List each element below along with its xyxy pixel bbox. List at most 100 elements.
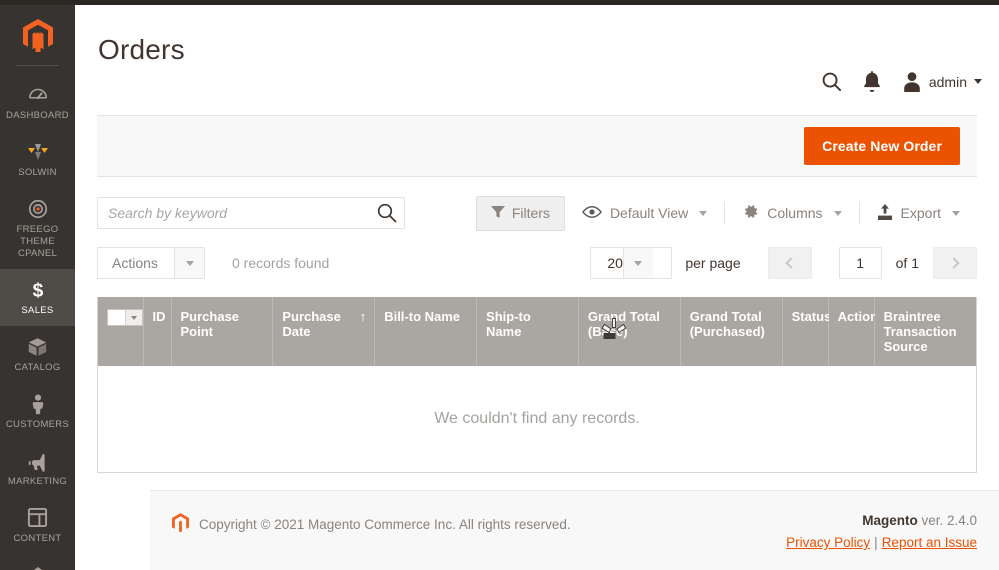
column-label: Action	[838, 309, 878, 324]
column-header-id[interactable]: ID	[143, 297, 171, 366]
next-page-button[interactable]	[933, 247, 977, 279]
default-view-selector[interactable]: Default View	[565, 202, 724, 224]
export-label: Export	[901, 205, 941, 221]
sidebar-item-label: SALES	[2, 305, 73, 317]
keyword-search	[97, 197, 405, 229]
sidebar-item-catalog[interactable]: CATALOG	[0, 326, 75, 383]
notifications-button[interactable]	[863, 71, 881, 92]
grid-controls: Actions 0 records found 20 per page	[97, 247, 977, 279]
per-page-label: per page	[685, 255, 740, 271]
sidebar-divider	[16, 65, 59, 66]
column-header-braintree-transaction-source[interactable]: Braintree Transaction Source	[874, 297, 976, 366]
column-header-purchase-point[interactable]: Purchase Point	[171, 297, 273, 366]
table-header-row: ID Purchase Point Purchase Date ↑ Bill-t…	[98, 297, 976, 366]
table-body: We couldn't find any records.	[98, 366, 976, 472]
sidebar-item-freego-theme-cpanel[interactable]: FREEGO THEME CPANEL	[0, 188, 75, 269]
create-new-order-button[interactable]: Create New Order	[804, 127, 960, 165]
sidebar-item-mageplaza[interactable]: MAGEPLAZA	[0, 554, 75, 570]
empty-state-message: We couldn't find any records.	[98, 366, 976, 472]
columns-selector[interactable]: Columns	[724, 202, 858, 224]
solwin-icon	[2, 140, 73, 164]
total-pages-label: of 1	[896, 255, 919, 271]
column-header-grand-total-base[interactable]: Grand Total (Base)	[578, 297, 680, 366]
link-separator: |	[874, 535, 878, 550]
global-search-button[interactable]	[821, 71, 842, 92]
column-header-status[interactable]: Status	[782, 297, 828, 366]
sidebar-item-customers[interactable]: CUSTOMERS	[0, 383, 75, 440]
sort-ascending-icon: ↑	[360, 310, 367, 323]
box-icon	[2, 335, 73, 359]
magento-logo-icon	[172, 513, 189, 535]
filters-button[interactable]: Filters	[476, 196, 565, 231]
actions-label: Actions	[98, 248, 174, 278]
column-header-ship-to-name[interactable]: Ship-to Name	[477, 297, 579, 366]
sidebar-item-label: SOLWIN	[2, 167, 73, 179]
export-selector[interactable]: Export	[859, 202, 977, 224]
sidebar-item-content[interactable]: CONTENT	[0, 497, 75, 554]
column-label: Grand Total (Purchased)	[690, 309, 765, 339]
select-options-caret[interactable]	[125, 310, 142, 325]
footer-right: Magento ver. 2.4.0 Privacy Policy|Report…	[786, 513, 977, 550]
sidebar-item-dashboard[interactable]: DASHBOARD	[0, 74, 75, 131]
person-icon	[2, 392, 73, 416]
magento-logo[interactable]	[0, 5, 75, 65]
eye-icon	[582, 205, 602, 222]
current-page-input[interactable]	[839, 247, 882, 279]
privacy-policy-link[interactable]: Privacy Policy	[786, 535, 870, 550]
empty-state-row: We couldn't find any records.	[98, 366, 976, 472]
admin-page: DASHBOARD SOLWIN FREEGO T	[0, 0, 999, 570]
chevron-down-icon[interactable]	[174, 248, 204, 278]
checkbox-dropdown-icon[interactable]	[107, 309, 143, 326]
column-label: Ship-to Name	[486, 309, 531, 339]
sidebar-item-label: CATALOG	[2, 362, 73, 374]
main-content: Orders	[75, 5, 999, 570]
user-menu-button[interactable]: admin	[902, 71, 982, 92]
column-header-action[interactable]: Action	[828, 297, 874, 366]
orders-grid: ID Purchase Point Purchase Date ↑ Bill-t…	[97, 297, 977, 473]
admin-username: admin	[929, 74, 967, 90]
search-input[interactable]	[98, 198, 404, 228]
per-page-select[interactable]: 20	[590, 247, 672, 279]
sidebar-item-solwin[interactable]: SOLWIN	[0, 131, 75, 188]
column-header-grand-total-purchased[interactable]: Grand Total (Purchased)	[680, 297, 782, 366]
main-sidebar: DASHBOARD SOLWIN FREEGO T	[0, 5, 75, 570]
table-head: ID Purchase Point Purchase Date ↑ Bill-t…	[98, 297, 976, 366]
page-header: Orders	[75, 5, 999, 115]
column-label: Purchase Date	[282, 309, 341, 339]
caret-shape	[186, 261, 194, 266]
freego-target-icon	[2, 197, 73, 221]
megaphone-icon	[2, 449, 73, 473]
magento-logo-icon	[23, 19, 53, 52]
search-submit-button[interactable]	[376, 202, 398, 224]
caret-shape	[131, 316, 137, 320]
footer-links: Privacy Policy | Report an Issue	[786, 535, 977, 550]
dashboard-gauge-icon	[2, 83, 73, 107]
column-label: Grand Total (Base)	[588, 309, 660, 339]
select-all-checkbox[interactable]	[108, 310, 125, 325]
pagination: 20 per page of 1	[590, 247, 977, 279]
sidebar-item-marketing[interactable]: MARKETING	[0, 440, 75, 497]
copyright-block: Copyright © 2021 Magento Commerce Inc. A…	[172, 513, 571, 535]
funnel-icon	[491, 205, 505, 222]
previous-page-button[interactable]	[768, 247, 812, 279]
filters-label: Filters	[512, 205, 550, 221]
columns-label: Columns	[767, 205, 822, 221]
chevron-down-icon	[834, 211, 842, 216]
column-label: Purchase Point	[181, 309, 240, 339]
select-all-header[interactable]	[98, 297, 143, 366]
sidebar-item-label: MARKETING	[2, 476, 73, 488]
search-icon	[821, 71, 842, 92]
copyright-text: Copyright © 2021 Magento Commerce Inc. A…	[199, 517, 571, 532]
page-footer: Copyright © 2021 Magento Commerce Inc. A…	[150, 490, 999, 570]
column-header-purchase-date[interactable]: Purchase Date ↑	[273, 297, 375, 366]
chevron-down-icon[interactable]	[623, 248, 653, 278]
sidebar-item-sales[interactable]: $ SALES	[0, 269, 75, 326]
upload-icon	[877, 204, 893, 223]
report-issue-link[interactable]: Report an Issue	[882, 535, 977, 550]
default-view-label: Default View	[610, 205, 688, 221]
brand-name: Magento	[862, 513, 918, 528]
header-actions: admin	[821, 71, 982, 92]
mass-actions-select[interactable]: Actions	[97, 247, 205, 279]
column-header-bill-to-name[interactable]: Bill-to Name	[375, 297, 477, 366]
search-icon	[376, 212, 398, 227]
